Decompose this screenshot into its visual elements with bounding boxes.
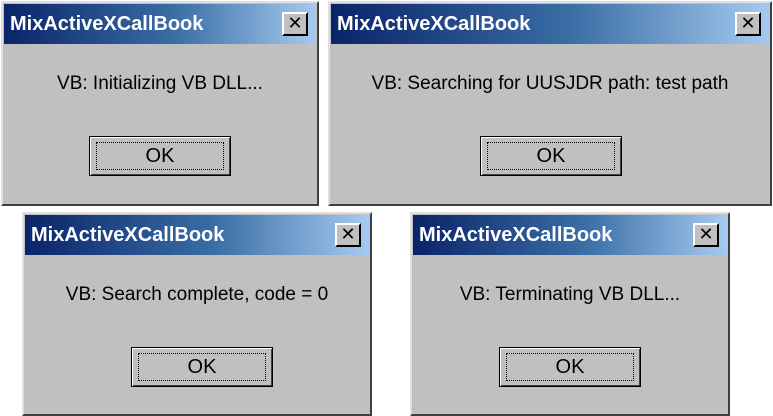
dialog-titlebar[interactable]: MixActiveXCallBook ✕ (331, 4, 769, 44)
dialog-titlebar[interactable]: MixActiveXCallBook ✕ (413, 215, 727, 255)
dialog-message: VB: Terminating VB DLL... (459, 284, 681, 305)
dialog-title: MixActiveXCallBook (337, 12, 531, 35)
close-button[interactable]: ✕ (282, 12, 308, 36)
close-button[interactable]: ✕ (335, 223, 361, 247)
message-dialog-search-complete: MixActiveXCallBook ✕ VB: Search complete… (22, 212, 372, 416)
close-icon: ✕ (698, 224, 714, 245)
ok-button-label: OK (187, 355, 217, 378)
ok-button[interactable]: OK (89, 136, 231, 176)
dialog-titlebar[interactable]: MixActiveXCallBook ✕ (4, 4, 316, 44)
message-dialog-searching: MixActiveXCallBook ✕ VB: Searching for U… (328, 1, 772, 206)
dialog-titlebar[interactable]: MixActiveXCallBook ✕ (25, 215, 369, 255)
ok-button-label: OK (145, 144, 175, 167)
close-icon: ✕ (740, 13, 756, 34)
dialog-message: VB: Search complete, code = 0 (65, 284, 329, 305)
dialog-title: MixActiveXCallBook (31, 223, 225, 246)
ok-button[interactable]: OK (499, 347, 641, 387)
message-dialog-initializing: MixActiveXCallBook ✕ VB: Initializing VB… (1, 1, 319, 206)
ok-button-label: OK (536, 144, 566, 167)
message-dialog-terminating: MixActiveXCallBook ✕ VB: Terminating VB … (410, 212, 730, 416)
ok-button[interactable]: OK (480, 136, 622, 176)
close-icon: ✕ (340, 224, 356, 245)
close-button[interactable]: ✕ (735, 12, 761, 36)
dialog-title: MixActiveXCallBook (10, 12, 204, 35)
dialog-message: VB: Initializing VB DLL... (57, 73, 263, 94)
ok-button[interactable]: OK (131, 347, 273, 387)
close-icon: ✕ (287, 13, 303, 34)
close-button[interactable]: ✕ (693, 223, 719, 247)
dialog-message: VB: Searching for UUSJDR path: test path (371, 73, 729, 94)
ok-button-label: OK (555, 355, 585, 378)
dialog-title: MixActiveXCallBook (419, 223, 613, 246)
